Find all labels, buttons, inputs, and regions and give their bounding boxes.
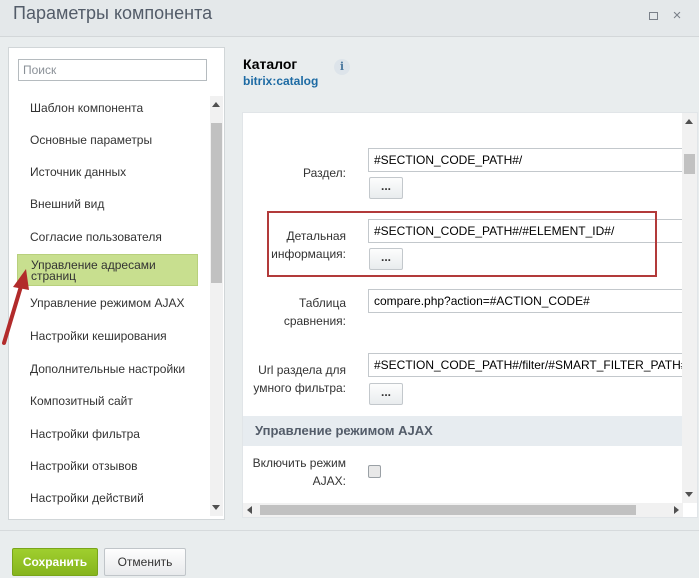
- scroll-down-icon[interactable]: [212, 505, 220, 510]
- field-label-ajax-line1: Включить режим: [252, 456, 346, 470]
- form-vertical-scrollbar[interactable]: [682, 113, 697, 503]
- field-label-compare-line1: Таблица: [298, 296, 346, 310]
- sidebar-item-reviews[interactable]: Настройки отзывов: [17, 450, 198, 482]
- close-icon[interactable]: ×: [670, 8, 684, 23]
- component-code: bitrix:catalog: [243, 74, 319, 88]
- cancel-button[interactable]: Отменить: [104, 548, 186, 576]
- field-label-compare-line2: сравнения:: [283, 314, 346, 328]
- sidebar-item-composite[interactable]: Композитный сайт: [17, 385, 198, 417]
- sidebar-item-actions[interactable]: Настройки действий: [17, 482, 198, 514]
- sidebar-item-additional[interactable]: Дополнительные настройки: [17, 353, 198, 385]
- info-icon[interactable]: i: [334, 59, 350, 75]
- section-url-input[interactable]: #SECTION_CODE_PATH#/: [368, 148, 697, 172]
- sidebar-item-ajax-mode[interactable]: Управление режимом AJAX: [17, 287, 198, 319]
- sidebar-item-data-source[interactable]: Источник данных: [17, 156, 198, 188]
- field-label-smart-filter: Url раздела для умного фильтра:: [243, 361, 346, 397]
- dialog-footer: Сохранить Отменить: [0, 530, 699, 578]
- sidebar-item-filter[interactable]: Настройки фильтра: [17, 418, 198, 450]
- smart-filter-browse-button[interactable]: ...: [369, 383, 403, 405]
- scroll-right-icon[interactable]: [674, 506, 679, 514]
- section-header-ajax[interactable]: Управление режимом AJAX: [243, 416, 683, 446]
- window-titlebar: Параметры компонента ×: [0, 0, 699, 37]
- field-label-smart-filter-line1: Url раздела для: [258, 363, 346, 377]
- sidebar-item-cache[interactable]: Настройки кеширования: [17, 320, 198, 352]
- sidebar-item-basic-params[interactable]: Основные параметры: [17, 124, 198, 156]
- component-title: Каталог: [243, 56, 298, 72]
- scroll-up-icon[interactable]: [212, 102, 220, 107]
- params-form: Раздел: #SECTION_CODE_PATH#/ ... Детальн…: [242, 112, 698, 518]
- sidebar-scrollbar[interactable]: [210, 96, 223, 516]
- window-title: Параметры компонента: [13, 3, 213, 23]
- sidebar-item-user-consent[interactable]: Согласие пользователя: [17, 221, 198, 253]
- scroll-up-icon[interactable]: [685, 119, 693, 124]
- field-label-ajax: Включить режим AJAX:: [243, 454, 346, 490]
- scroll-down-icon[interactable]: [685, 492, 693, 497]
- field-label-section: Раздел:: [303, 166, 346, 180]
- save-button[interactable]: Сохранить: [12, 548, 98, 576]
- maximize-icon[interactable]: [646, 9, 660, 23]
- form-horizontal-scrollbar[interactable]: [243, 503, 683, 517]
- sidebar-item-label: Управление адресами страниц: [31, 259, 156, 282]
- form-vscroll-thumb[interactable]: [684, 154, 695, 174]
- field-label-smart-filter-line2: умного фильтра:: [253, 381, 346, 395]
- search-input[interactable]: [18, 59, 207, 81]
- form-hscroll-thumb[interactable]: [260, 505, 636, 515]
- compare-url-input[interactable]: compare.php?action=#ACTION_CODE#: [368, 289, 697, 313]
- sidebar-item-template[interactable]: Шаблон компонента: [17, 92, 198, 124]
- scroll-left-icon[interactable]: [247, 506, 252, 514]
- highlight-frame: [267, 211, 657, 277]
- smart-filter-url-input[interactable]: #SECTION_CODE_PATH#/filter/#SMART_FILTER…: [368, 353, 697, 377]
- red-arrow-icon: [2, 269, 29, 345]
- sidebar-scroll-thumb[interactable]: [211, 123, 222, 283]
- section-url-browse-button[interactable]: ...: [369, 177, 403, 199]
- ajax-mode-checkbox[interactable]: [368, 465, 381, 478]
- sidebar-item-appearance[interactable]: Внешний вид: [17, 188, 198, 220]
- field-label-compare: Таблица сравнения:: [243, 294, 346, 330]
- sidebar-panel: Шаблон компонента Основные параметры Ист…: [8, 47, 225, 520]
- field-label-ajax-line2: AJAX:: [312, 474, 346, 488]
- sidebar-item-page-urls[interactable]: Управление адресами страниц: [17, 254, 198, 286]
